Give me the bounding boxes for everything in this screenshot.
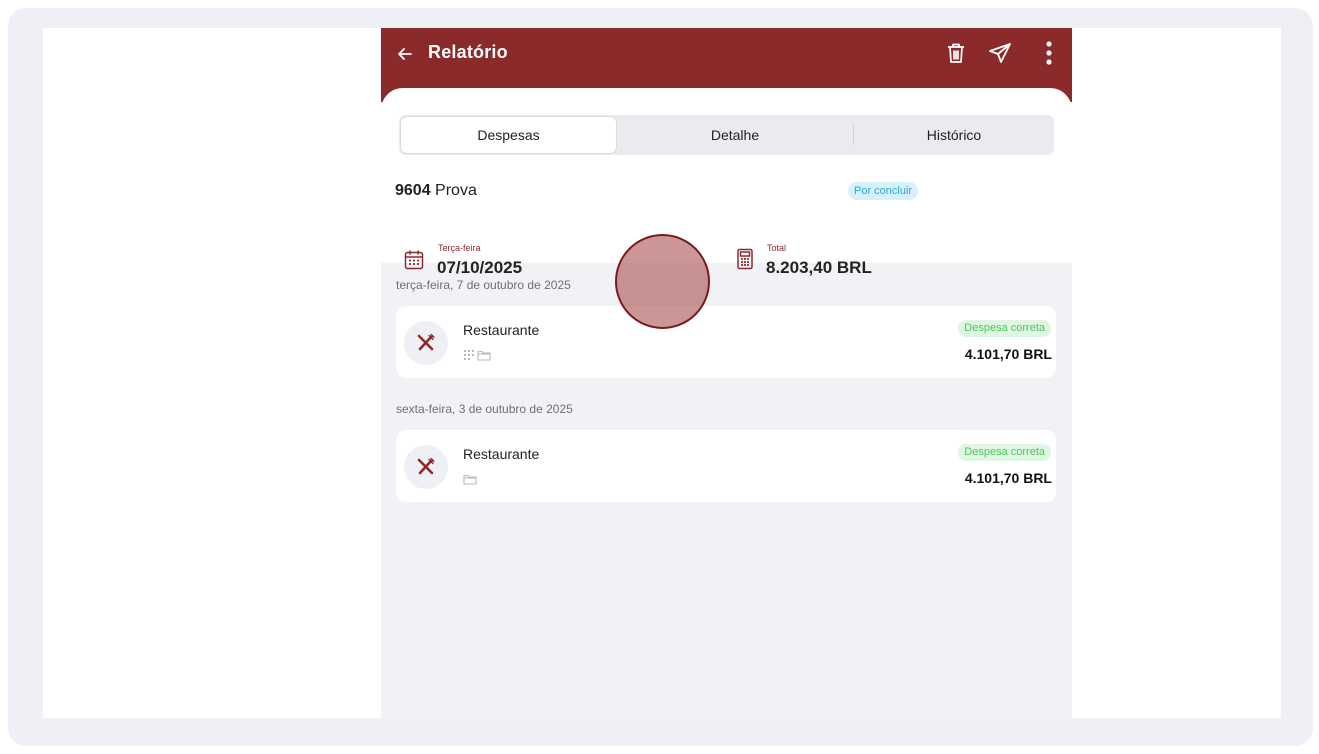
expense-amount: 4.101,70 BRL bbox=[964, 346, 1052, 362]
fork-knife-icon bbox=[417, 333, 435, 351]
calculator-icon bbox=[737, 248, 753, 270]
more-vertical-icon bbox=[1046, 41, 1052, 65]
more-options-button[interactable] bbox=[1034, 38, 1064, 68]
expense-amount: 4.101,70 BRL bbox=[964, 470, 1052, 486]
app-window: Relatório Despesas Detalhe Histórico 960… bbox=[381, 28, 1072, 718]
category-avatar bbox=[404, 321, 448, 365]
status-badge: Por concluir bbox=[848, 182, 919, 200]
expense-status-badge: Despesa correta bbox=[958, 444, 1051, 461]
expense-card[interactable]: Restaurante Despesa correta 4.101,70 BRL bbox=[396, 306, 1056, 378]
tab-historico[interactable]: Histórico bbox=[854, 115, 1054, 155]
expense-category: Restaurante bbox=[463, 446, 540, 462]
report-name: Prova bbox=[435, 182, 477, 199]
tab-detalhe[interactable]: Detalhe bbox=[617, 115, 853, 155]
touch-indicator bbox=[615, 234, 710, 329]
date-group-header: sexta-feira, 3 de outubro de 2025 bbox=[396, 402, 573, 416]
tab-despesas[interactable]: Despesas bbox=[400, 116, 617, 154]
expense-card[interactable]: Restaurante Despesa correta 4.101,70 BRL bbox=[396, 430, 1056, 502]
date-group-header: terça-feira, 7 de outubro de 2025 bbox=[396, 278, 571, 292]
expense-category: Restaurante bbox=[463, 322, 540, 338]
tab-bar: Despesas Detalhe Histórico bbox=[399, 115, 1054, 155]
back-button[interactable] bbox=[394, 41, 416, 67]
grid-icon bbox=[464, 350, 474, 360]
trash-icon bbox=[948, 43, 964, 63]
send-button[interactable] bbox=[985, 38, 1015, 68]
page-title: Relatório bbox=[428, 42, 508, 62]
folder-icon bbox=[463, 474, 477, 485]
expense-status-badge: Despesa correta bbox=[958, 320, 1051, 337]
calendar-icon bbox=[404, 250, 424, 270]
report-summary-panel: Despesas Detalhe Histórico 9604 Prova Po… bbox=[381, 88, 1072, 277]
fork-knife-icon bbox=[417, 457, 435, 475]
delete-button[interactable] bbox=[941, 38, 971, 68]
report-date: 07/10/2025 bbox=[437, 258, 523, 277]
date-caption: Terça-feira bbox=[438, 243, 481, 253]
expense-meta-icons bbox=[463, 472, 477, 486]
category-avatar bbox=[404, 445, 448, 489]
expense-meta-icons bbox=[463, 348, 491, 362]
total-caption: Total bbox=[767, 243, 787, 253]
report-heading: 9604 Prova bbox=[395, 182, 477, 200]
folder-icon bbox=[477, 350, 491, 361]
arrow-left-icon bbox=[398, 48, 412, 60]
report-number: 9604 bbox=[395, 182, 431, 199]
send-icon bbox=[989, 43, 1011, 63]
report-total: 8.203,40 BRL bbox=[766, 258, 872, 277]
